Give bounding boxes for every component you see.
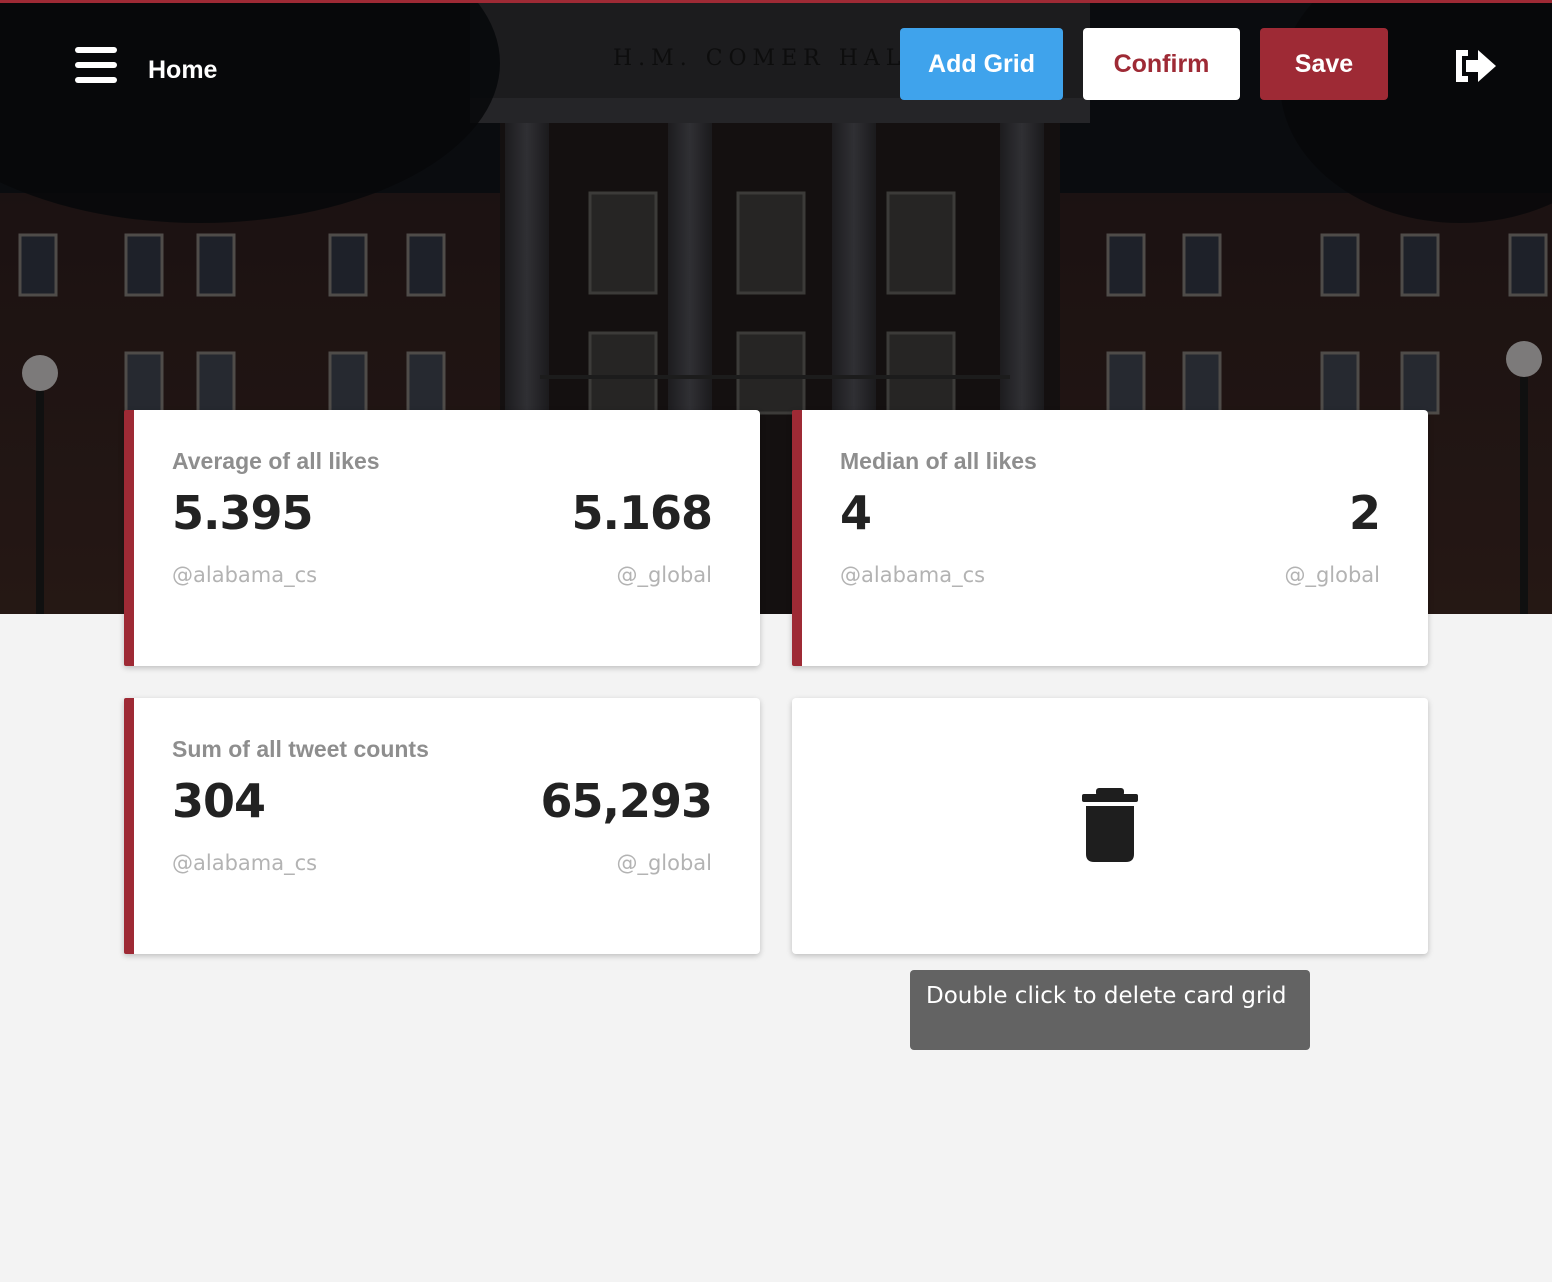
hamburger-menu-icon[interactable] [75,47,117,83]
card-label-global: @_global [616,563,712,587]
home-link[interactable]: Home [148,56,217,85]
card-value-global: 5.168 [571,486,713,540]
menu-bar [75,47,117,53]
menu-bar [75,77,117,83]
delete-card-grid[interactable] [792,698,1428,954]
card-title: Sum of all tweet counts [172,736,429,762]
metric-card-average-likes[interactable]: Average of all likes 5.395 5.168 @alabam… [124,410,760,666]
add-grid-button[interactable]: Add Grid [900,28,1063,100]
delete-tooltip: Double click to delete card grid [910,970,1310,1050]
card-title: Average of all likes [172,448,380,474]
card-label-global: @_global [616,851,712,875]
trash-icon[interactable] [1080,788,1140,864]
card-value-alabama-cs: 5.395 [172,486,314,540]
card-label-alabama-cs: @alabama_cs [172,851,318,875]
confirm-button[interactable]: Confirm [1083,28,1240,100]
card-label-global: @_global [1284,563,1380,587]
card-value-global: 2 [1348,486,1381,540]
card-value-alabama-cs: 304 [172,774,266,828]
metric-card-sum-tweet-counts[interactable]: Sum of all tweet counts 304 65,293 @alab… [124,698,760,954]
metric-card-median-likes[interactable]: Median of all likes 4 2 @alabama_cs @_gl… [792,410,1428,666]
card-label-alabama-cs: @alabama_cs [840,563,986,587]
card-value-alabama-cs: 4 [840,486,872,540]
save-button[interactable]: Save [1260,28,1388,100]
menu-bar [75,62,117,68]
card-label-alabama-cs: @alabama_cs [172,563,318,587]
card-title: Median of all likes [840,448,1037,474]
card-value-global: 65,293 [540,774,713,828]
sign-out-icon[interactable] [1452,46,1498,86]
